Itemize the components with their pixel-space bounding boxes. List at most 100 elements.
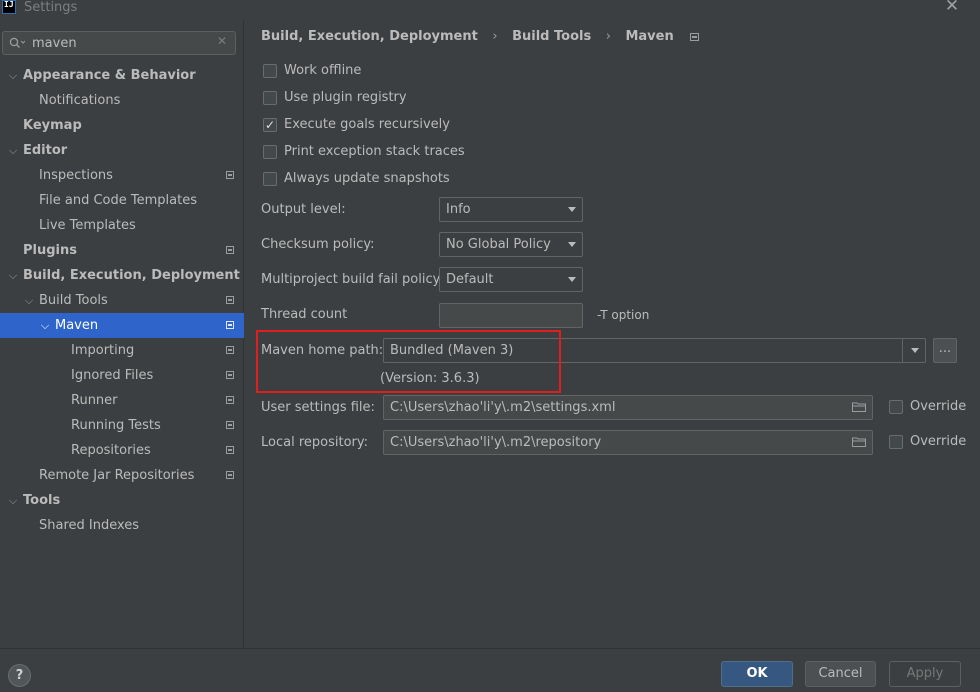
- project-settings-icon: [226, 296, 234, 304]
- sidebar-item-shared-indexes[interactable]: Shared Indexes: [0, 513, 244, 538]
- checkbox-box[interactable]: [263, 145, 277, 159]
- output-level-label: Output level:: [261, 202, 346, 217]
- checkbox-label: Print exception stack traces: [284, 144, 465, 159]
- multiproject-fail-policy-select[interactable]: Default: [439, 267, 583, 292]
- sidebar-item-label: Remote Jar Repositories: [39, 468, 195, 483]
- thread-count-label: Thread count: [261, 307, 348, 322]
- checkbox-label: Override: [910, 434, 967, 449]
- checkbox-box[interactable]: [263, 91, 277, 105]
- search-box[interactable]: ✕: [2, 31, 236, 55]
- project-settings-icon: [226, 396, 234, 404]
- help-button[interactable]: ?: [8, 664, 31, 687]
- thread-count-input[interactable]: [439, 303, 583, 328]
- search-input[interactable]: [32, 34, 212, 52]
- user-settings-file-label: User settings file:: [261, 400, 375, 415]
- sidebar-item-maven[interactable]: ⌵ Maven: [0, 313, 244, 338]
- project-settings-icon: [226, 346, 234, 354]
- sidebar-item-file-code-templates[interactable]: File and Code Templates: [0, 188, 244, 213]
- sidebar-item-label: Keymap: [23, 118, 82, 133]
- sidebar-item-label: Importing: [71, 343, 135, 358]
- dialog-footer: ? OK Cancel Apply: [0, 648, 980, 692]
- sidebar-item-editor[interactable]: ⌵ Editor: [0, 138, 244, 163]
- sidebar-item-label: File and Code Templates: [39, 193, 197, 208]
- sidebar-item-running-tests[interactable]: Running Tests: [0, 413, 244, 438]
- project-settings-icon: [226, 246, 234, 254]
- checkbox-label: Execute goals recursively: [284, 117, 450, 132]
- sidebar-item-label: Build, Execution, Deployment: [23, 268, 240, 283]
- sidebar-item-build-execution-deployment[interactable]: ⌵ Build, Execution, Deployment: [0, 263, 244, 288]
- highlight-annotation: [256, 330, 561, 393]
- sidebar-item-remote-jar-repositories[interactable]: Remote Jar Repositories: [0, 463, 244, 488]
- sidebar-item-runner[interactable]: Runner: [0, 388, 244, 413]
- project-settings-icon: [226, 371, 234, 379]
- sidebar-item-notifications[interactable]: Notifications: [0, 88, 244, 113]
- dropdown-arrow-icon: [568, 277, 576, 282]
- checksum-policy-value: No Global Policy: [446, 237, 551, 252]
- breadcrumb-item[interactable]: Build, Execution, Deployment: [261, 29, 478, 44]
- user-settings-file-value: C:\Users\zhao'li'y\.m2\settings.xml: [390, 400, 616, 415]
- checkbox-label: Use plugin registry: [284, 90, 407, 105]
- chevron-down-icon[interactable]: ⌵: [7, 138, 19, 163]
- sidebar-item-plugins[interactable]: Plugins: [0, 238, 244, 263]
- sidebar-item-inspections[interactable]: Inspections: [0, 163, 244, 188]
- chevron-down-icon[interactable]: ⌵: [7, 263, 19, 288]
- ok-button[interactable]: OK: [721, 661, 793, 687]
- project-settings-icon: [226, 171, 234, 179]
- checkbox-box[interactable]: [263, 172, 277, 186]
- sidebar-item-build-tools[interactable]: ⌵ Build Tools: [0, 288, 244, 313]
- close-icon[interactable]: ✕: [944, 0, 960, 15]
- breadcrumb-item[interactable]: Build Tools: [512, 29, 591, 44]
- sidebar-item-importing[interactable]: Importing: [0, 338, 244, 363]
- clear-search-icon[interactable]: ✕: [217, 34, 227, 48]
- local-repository-input[interactable]: C:\Users\zhao'li'y\.m2\repository: [383, 430, 873, 455]
- breadcrumb: Build, Execution, Deployment › Build Too…: [261, 29, 709, 47]
- checkbox-box[interactable]: [263, 64, 277, 78]
- checkbox-box[interactable]: [889, 400, 903, 414]
- user-settings-file-input[interactable]: C:\Users\zhao'li'y\.m2\settings.xml: [383, 395, 873, 420]
- checksum-policy-select[interactable]: No Global Policy: [439, 232, 583, 257]
- chevron-down-icon[interactable]: ⌵: [7, 488, 19, 513]
- chevron-down-icon[interactable]: ⌵: [7, 63, 19, 88]
- apply-button[interactable]: Apply: [889, 661, 961, 687]
- chevron-down-icon[interactable]: ⌵: [39, 313, 51, 338]
- breadcrumb-separator: ›: [605, 29, 611, 44]
- sidebar-item-tools[interactable]: ⌵ Tools: [0, 488, 244, 513]
- breadcrumb-separator: ›: [492, 29, 498, 44]
- thread-count-hint: -T option: [597, 308, 650, 322]
- folder-icon[interactable]: [852, 437, 866, 447]
- multiproject-fail-policy-value: Default: [446, 272, 494, 287]
- output-level-select[interactable]: Info: [439, 197, 583, 222]
- sidebar-item-label: Plugins: [23, 243, 77, 258]
- breadcrumb-item: Maven: [625, 29, 674, 44]
- cancel-button[interactable]: Cancel: [805, 661, 876, 687]
- checksum-policy-label: Checksum policy:: [261, 237, 375, 252]
- checkbox-box[interactable]: [889, 435, 903, 449]
- sidebar-item-live-templates[interactable]: Live Templates: [0, 213, 244, 238]
- checkbox-label: Always update snapshots: [284, 171, 450, 186]
- output-level-value: Info: [446, 202, 471, 217]
- sidebar-item-keymap[interactable]: Keymap: [0, 113, 244, 138]
- chevron-down-icon[interactable]: ⌵: [23, 288, 35, 313]
- local-repository-label: Local repository:: [261, 435, 368, 450]
- folder-icon[interactable]: [852, 402, 866, 412]
- intellij-logo-icon: IJ: [2, 0, 16, 14]
- settings-sidebar: ✕ ⌵ Appearance & Behavior Notifications …: [0, 20, 244, 648]
- sidebar-item-label: Running Tests: [71, 418, 161, 433]
- multiproject-fail-policy-label: Multiproject build fail policy:: [261, 272, 444, 287]
- checkbox-box[interactable]: [263, 115, 277, 135]
- sidebar-item-repositories[interactable]: Repositories: [0, 438, 244, 463]
- checkbox-label: Work offline: [284, 63, 362, 78]
- sidebar-item-appearance-behavior[interactable]: ⌵ Appearance & Behavior: [0, 63, 244, 88]
- browse-maven-home-button[interactable]: ...: [933, 338, 957, 363]
- sidebar-item-label: Inspections: [39, 168, 113, 183]
- settings-content: Build, Execution, Deployment › Build Too…: [245, 20, 980, 648]
- sidebar-item-label: Tools: [23, 493, 61, 508]
- sidebar-item-label: Repositories: [71, 443, 151, 458]
- combo-divider: [902, 339, 903, 362]
- project-settings-icon: [226, 446, 234, 454]
- sidebar-item-label: Editor: [23, 143, 68, 158]
- dropdown-arrow-icon: [568, 242, 576, 247]
- sidebar-item-ignored-files[interactable]: Ignored Files: [0, 363, 244, 388]
- sidebar-item-label: Shared Indexes: [39, 518, 140, 533]
- window-title: Settings: [24, 0, 78, 15]
